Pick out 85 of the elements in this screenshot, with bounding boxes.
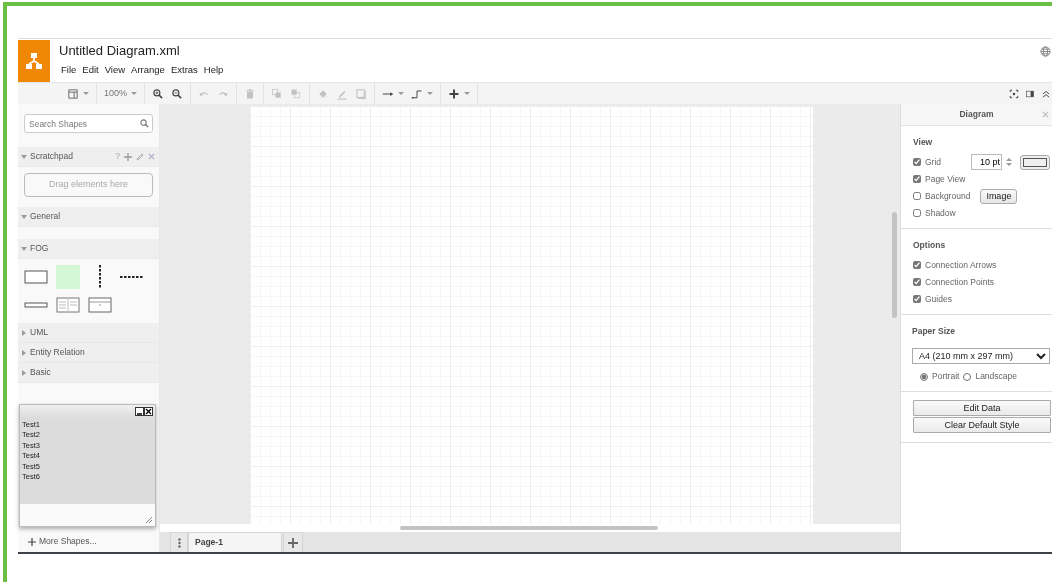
section-title[interactable]: Scratchpad — [30, 150, 73, 163]
page-menu-button[interactable] — [170, 532, 188, 552]
spinner-icon[interactable] — [1006, 157, 1012, 168]
radio-label[interactable]: Portrait — [932, 370, 960, 384]
radio-label[interactable]: Landscape — [975, 370, 1017, 384]
caret-icon — [131, 92, 138, 95]
checkbox-label[interactable]: Shadow — [925, 206, 956, 220]
to-front-icon — [271, 87, 284, 100]
checkbox-label[interactable]: Connection Arrows — [925, 258, 997, 272]
checkbox[interactable] — [913, 261, 921, 269]
app-logo[interactable] — [18, 40, 50, 82]
panel-icon — [1025, 88, 1035, 99]
zoom-in-icon — [152, 87, 165, 100]
section-header[interactable]: Entity Relation — [18, 343, 159, 363]
checkbox[interactable] — [913, 192, 921, 201]
minimize-icon[interactable] — [135, 407, 144, 416]
checkbox-label[interactable]: Connection Points — [925, 275, 994, 289]
menu-item[interactable]: Arrange — [128, 63, 168, 77]
section-heading: Paper Size — [912, 324, 956, 338]
toolbar-button[interactable] — [447, 87, 472, 100]
checkbox-label[interactable]: Grid — [925, 155, 942, 169]
checkbox[interactable] — [913, 209, 921, 218]
menu-item[interactable]: Extras — [167, 63, 201, 77]
toolbar-button[interactable] — [151, 87, 166, 100]
caret-icon — [464, 92, 471, 95]
caret-icon — [398, 92, 405, 95]
grid-color-button[interactable] — [1020, 154, 1050, 170]
radio-button[interactable] — [920, 372, 928, 381]
add-page-button[interactable] — [283, 532, 303, 552]
elbow-connector-icon — [411, 87, 424, 100]
chevron-up-icon — [1041, 88, 1051, 99]
layout-icon — [67, 87, 79, 100]
menu-item[interactable]: File — [58, 63, 80, 77]
vertical-scrollbar[interactable] — [892, 212, 897, 318]
horizontal-scrollbar[interactable] — [400, 525, 658, 530]
section-header[interactable]: FOG — [18, 239, 159, 259]
grid-size-field[interactable]: 10 pt — [971, 154, 1002, 171]
plus-icon[interactable] — [124, 152, 132, 161]
section-heading: Options — [913, 238, 947, 252]
checkbox[interactable] — [913, 278, 921, 286]
more-shapes-link[interactable]: More Shapes... — [18, 531, 159, 552]
section-header[interactable]: General — [18, 207, 159, 227]
plus-icon — [28, 537, 36, 546]
search-icon[interactable] — [140, 119, 149, 128]
document-title[interactable]: Untitled Diagram.xml — [59, 43, 1040, 59]
plus-icon — [448, 87, 461, 100]
radio-button[interactable] — [963, 372, 972, 381]
checkbox[interactable] — [913, 175, 921, 184]
pencil-icon[interactable] — [136, 152, 144, 161]
menu-item[interactable]: View — [101, 63, 129, 77]
toolbar-button[interactable] — [1008, 88, 1020, 99]
section-header[interactable]: Basic — [18, 363, 159, 383]
panel-button[interactable]: Edit Data — [913, 400, 1051, 417]
section-header[interactable]: UML — [18, 323, 159, 343]
resize-grip-icon[interactable] — [145, 516, 153, 524]
paper-size-select[interactable]: A4 (210 mm x 297 mm) — [912, 348, 1050, 365]
trash-icon — [244, 87, 257, 100]
image-button[interactable]: Image — [980, 188, 1018, 204]
globe-icon[interactable] — [1040, 46, 1051, 57]
close-icon[interactable] — [144, 407, 153, 416]
page-tab[interactable]: Page-1 — [188, 532, 282, 552]
shape-thumbnail[interactable] — [56, 265, 80, 289]
section-heading: View — [913, 136, 934, 149]
toolbar-button[interactable] — [170, 87, 185, 100]
zoom-dropdown[interactable]: 100% — [103, 86, 139, 101]
plus-icon — [288, 537, 298, 548]
checkbox-label[interactable]: Background — [925, 189, 971, 203]
panel-button[interactable]: Clear Default Style — [913, 417, 1051, 434]
search-field[interactable]: Search Shapes — [24, 114, 153, 133]
toolbar-button[interactable] — [1024, 88, 1036, 99]
shadow-icon — [355, 87, 368, 100]
vertical-dots-icon — [177, 537, 181, 548]
to-back-icon — [290, 87, 303, 100]
menu-item[interactable]: Help — [200, 63, 227, 77]
toolbar-button[interactable] — [1040, 88, 1052, 99]
checkbox-label[interactable]: Guides — [925, 292, 952, 306]
checkbox-label[interactable]: Page View — [925, 172, 966, 186]
checkbox[interactable] — [913, 158, 921, 167]
checkbox[interactable] — [913, 295, 921, 303]
caret-icon — [427, 92, 434, 95]
caret-icon — [83, 92, 89, 95]
panel-title: Diagram — [959, 108, 994, 121]
zoom-out-icon — [171, 87, 184, 100]
menu-item[interactable]: Edit — [79, 63, 102, 77]
fullscreen-icon — [1009, 88, 1019, 99]
